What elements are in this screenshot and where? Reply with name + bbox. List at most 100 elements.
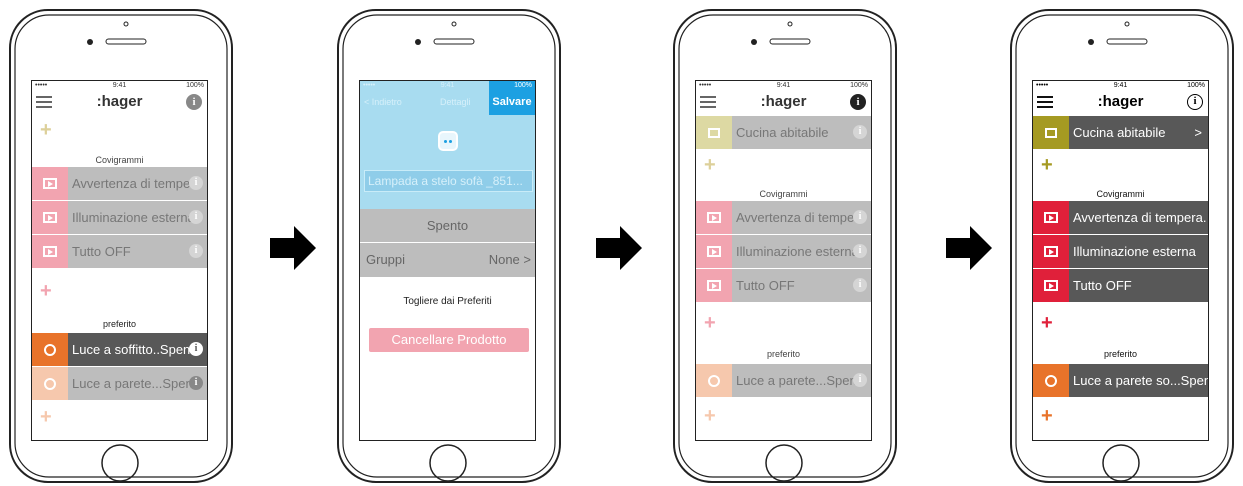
device-name-field[interactable]: Lampada a stelo sofà _851... <box>364 170 533 192</box>
scene-row[interactable]: Illuminazione esterna <box>1033 235 1208 269</box>
add-favorite-button[interactable]: + <box>1041 406 1053 426</box>
remove-favorite-link[interactable]: Togliere dai Preferiti <box>360 296 535 307</box>
app-header: :hager i <box>696 92 871 114</box>
arrow-right-icon <box>946 226 992 270</box>
phone-screen-2: ••••• 9:41 100% < Indietro Dettagli Salv… <box>336 8 562 484</box>
info-icon[interactable]: i <box>853 373 867 387</box>
device-icon <box>1033 364 1069 397</box>
scene-row[interactable]: Avvertenza di tempe. i <box>696 201 871 235</box>
groups-label: Gruppi <box>366 252 406 267</box>
favorite-row[interactable]: Luce a parete so...Spen. <box>1033 364 1208 398</box>
scene-label: Tutto OFF <box>736 278 795 293</box>
section-title-favorites: preferito <box>766 349 801 359</box>
scene-label: Illuminazione esterna <box>1073 244 1196 259</box>
favorite-label: Luce a parete so...Spen. <box>1073 373 1209 388</box>
info-icon[interactable]: i <box>853 278 867 292</box>
scene-icon <box>32 201 68 234</box>
add-room-button[interactable]: + <box>40 120 52 140</box>
app-header: :hager i <box>1033 92 1208 114</box>
scene-row[interactable]: Tutto OFF i <box>696 269 871 303</box>
scene-label: Tutto OFF <box>72 244 131 259</box>
scene-row[interactable]: Tutto OFF <box>1033 269 1208 303</box>
status-time: 9:41 <box>112 82 127 89</box>
info-icon[interactable]: i <box>853 244 867 258</box>
battery-indicator: 100% <box>1187 82 1205 89</box>
room-row[interactable]: Cucina abitabile > <box>1033 116 1208 150</box>
device-icon <box>32 333 68 366</box>
arrow-right-icon <box>270 226 316 270</box>
scene-label: Tutto OFF <box>1073 278 1132 293</box>
favorite-label: Luce a parete...Spen. <box>72 376 197 391</box>
phone-screen-1: ••••• 9:41 100% :hager i + Covigrammi Av… <box>8 8 234 484</box>
nav-bar: < Indietro Dettagli Salvare <box>360 81 535 115</box>
scene-label: Avvertenza di tempe. <box>736 210 858 225</box>
groups-row[interactable]: Gruppi None > <box>360 243 535 277</box>
hager-logo: :hager <box>1097 93 1144 110</box>
scene-icon <box>696 201 732 234</box>
scene-row[interactable]: Tutto OFF i <box>32 235 207 269</box>
scene-label: Illuminazione esterna <box>736 244 859 259</box>
device-icon <box>696 364 732 397</box>
room-label: Cucina abitabile <box>1073 125 1166 140</box>
scene-icon <box>32 167 68 200</box>
info-icon[interactable]: i <box>189 342 203 356</box>
battery-indicator: 100% <box>514 82 532 89</box>
status-time: 9:41 <box>1113 82 1128 89</box>
room-label: Cucina abitabile <box>736 125 829 140</box>
section-title-scenes: Covigrammi <box>759 189 808 199</box>
info-icon[interactable]: i <box>189 210 203 224</box>
scene-label: Avvertenza di tempera. <box>1073 210 1207 225</box>
add-room-button[interactable]: + <box>1041 155 1053 175</box>
scene-icon <box>696 235 732 268</box>
section-title-favorites: preferito <box>102 319 137 329</box>
plug-icon <box>438 131 458 151</box>
groups-value: None > <box>488 252 531 267</box>
phone-screen-4: ••••• 9:41 100% :hager i Cucina abitabil… <box>1009 8 1235 484</box>
info-icon[interactable]: i <box>853 125 867 139</box>
app-header: :hager i <box>32 92 207 114</box>
hager-logo: :hager <box>760 93 807 110</box>
scene-row[interactable]: Avvertenza di tempera. <box>1033 201 1208 235</box>
device-icon <box>32 367 68 400</box>
battery-indicator: 100% <box>850 82 868 89</box>
add-scene-button[interactable]: + <box>1041 313 1053 333</box>
scene-icon <box>1033 235 1069 268</box>
favorite-row[interactable]: Luce a parete...Spen. i <box>696 364 871 398</box>
scene-icon <box>32 235 68 268</box>
battery-indicator: 100% <box>186 82 204 89</box>
info-icon[interactable]: i <box>1187 94 1203 110</box>
hager-logo: :hager <box>96 93 143 110</box>
room-icon <box>1033 116 1069 149</box>
chevron-right-icon[interactable]: > <box>1194 116 1202 150</box>
app-screen: ••••• 9:41 100% :hager i Cucina abitabil… <box>1032 80 1209 441</box>
add-scene-button[interactable]: + <box>40 281 52 301</box>
info-icon[interactable]: i <box>189 376 203 390</box>
info-icon[interactable]: i <box>186 94 202 110</box>
add-favorite-button[interactable]: + <box>704 406 716 426</box>
scene-icon <box>696 269 732 302</box>
favorite-row[interactable]: Luce a parete...Spen. i <box>32 367 207 401</box>
add-favorite-button[interactable]: + <box>40 407 52 427</box>
app-screen: ••••• 9:41 100% :hager i + Covigrammi Av… <box>31 80 208 441</box>
add-room-button[interactable]: + <box>704 155 716 175</box>
section-title-favorites: preferito <box>1103 349 1138 359</box>
section-title-scenes: Covigrammi <box>1096 189 1145 199</box>
info-icon[interactable]: i <box>850 94 866 110</box>
scene-row[interactable]: Illuminazione esterna i <box>32 201 207 235</box>
favorite-row-selected[interactable]: Luce a soffitto..Spen. i <box>32 333 207 367</box>
scene-row[interactable]: Avvertenza di tempe. i <box>32 167 207 201</box>
info-icon[interactable]: i <box>189 176 203 190</box>
info-icon[interactable]: i <box>189 244 203 258</box>
back-button[interactable]: < Indietro <box>364 97 402 107</box>
details-screen: ••••• 9:41 100% < Indietro Dettagli Salv… <box>359 80 536 441</box>
status-time: 9:41 <box>776 82 791 89</box>
arrow-right-icon <box>596 226 642 270</box>
delete-product-button[interactable]: Cancellare Prodotto <box>369 328 529 352</box>
phone-screen-3: ••••• 9:41 100% :hager i Cucina abitabil… <box>672 8 898 484</box>
room-row[interactable]: Cucina abitabile i <box>696 116 871 150</box>
add-scene-button[interactable]: + <box>704 313 716 333</box>
info-icon[interactable]: i <box>853 210 867 224</box>
state-button[interactable]: Spento <box>360 209 535 243</box>
scene-row[interactable]: Illuminazione esterna i <box>696 235 871 269</box>
favorite-label: Luce a soffitto..Spen. <box>72 342 194 357</box>
